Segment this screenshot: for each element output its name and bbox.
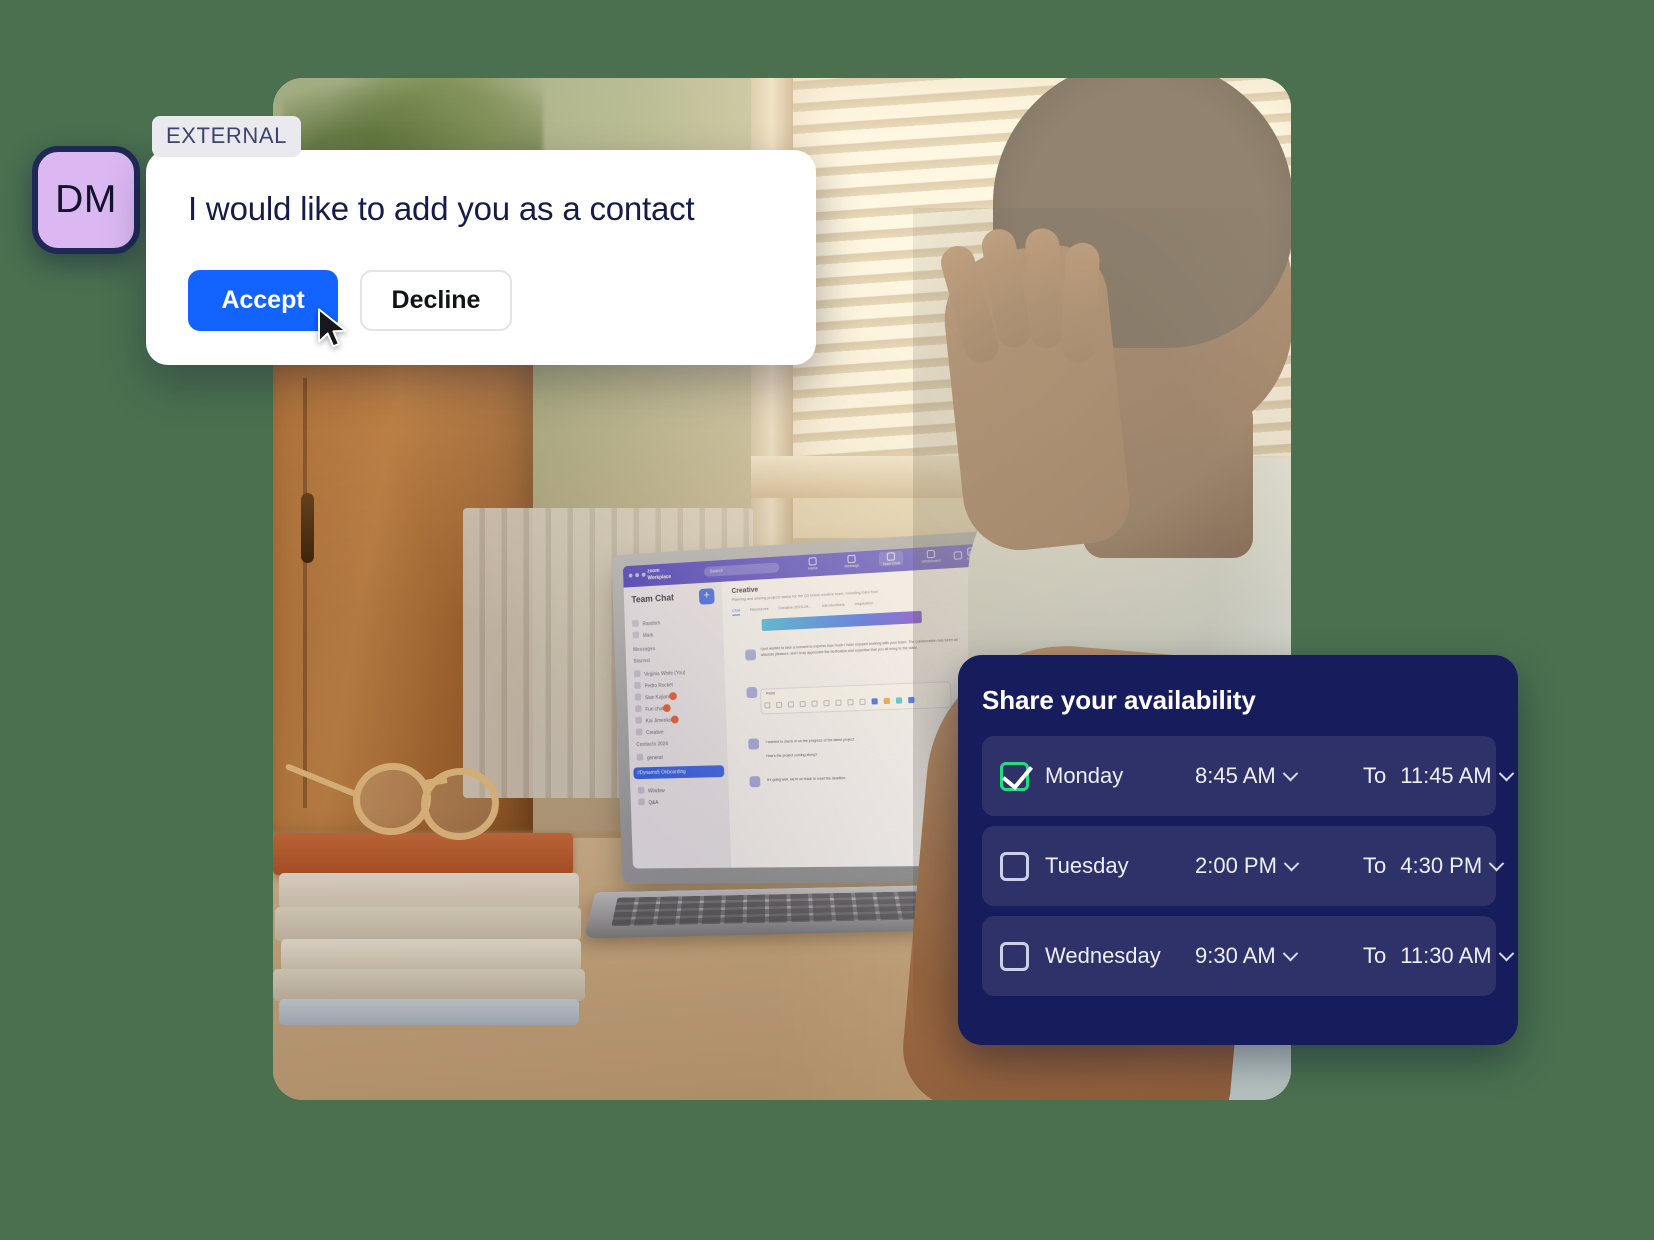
checkbox-monday[interactable] [1000, 761, 1029, 791]
screenshot-stage: zoom Workplace Search Home Meetings Team… [0, 0, 1654, 1240]
availability-row-monday[interactable]: Monday 8:45 AM To 11:45 AM [982, 736, 1514, 816]
photo-book [281, 939, 581, 971]
photo-book [273, 833, 573, 875]
laptop-list-item: Pedro Rocket [634, 680, 673, 689]
end-time-value: 11:30 AM [1400, 943, 1492, 968]
start-time-select-tuesday[interactable]: 2:00 PM [1195, 853, 1345, 879]
laptop-list-item: Sian Kajiani [634, 692, 678, 701]
laptop-tab-chat: Chat [732, 607, 741, 616]
availability-day-label: Wednesday [1045, 943, 1161, 968]
chevron-down-icon [1498, 945, 1514, 961]
end-time-value: 11:45 AM [1400, 763, 1492, 788]
photo-book [273, 969, 585, 1001]
availability-separator: To [1363, 943, 1387, 968]
checkbox-wednesday[interactable] [1000, 941, 1029, 971]
availability-title: Share your availability [982, 685, 1256, 715]
chevron-down-icon [1488, 855, 1505, 871]
mouse-pointer-icon [318, 308, 347, 348]
availability-row-tuesday[interactable]: Tuesday 2:00 PM To 4:30 PM [982, 826, 1505, 906]
start-time-value: 2:00 PM [1195, 853, 1277, 878]
end-time-select-monday[interactable]: 11:45 AM [1400, 763, 1560, 789]
laptop-search-placeholder: Search [709, 567, 724, 574]
chevron-down-icon [1282, 765, 1298, 781]
share-availability-card: Share your availability Monday 8:45 AM T… [958, 655, 1518, 1045]
laptop-list-item: Fun chat [634, 704, 672, 713]
window-controls [628, 572, 646, 578]
laptop-list-item: Q&A [638, 798, 658, 806]
end-time-select-wednesday[interactable]: 11:30 AM [1400, 943, 1560, 969]
laptop-section-label: Starred [633, 658, 650, 665]
end-time-value: 4:30 PM [1400, 853, 1483, 878]
chevron-down-icon [1498, 765, 1514, 781]
laptop-app-brand: zoom Workplace [647, 567, 671, 582]
end-time-select-tuesday[interactable]: 4:30 PM [1400, 853, 1560, 879]
chevron-down-icon [1282, 945, 1298, 961]
photo-cabinet-handle [301, 493, 314, 563]
laptop-list-item: Virginia White (You) [633, 668, 686, 678]
availability-separator: To [1363, 853, 1387, 878]
photo-book [279, 873, 579, 909]
start-time-select-monday[interactable]: 8:45 AM [1195, 763, 1345, 789]
laptop-list-item: Creative [635, 728, 664, 737]
avatar: DM [32, 146, 140, 254]
availability-separator: To [1363, 763, 1387, 788]
status-badge: EXTERNAL [152, 116, 301, 157]
laptop-sidebar-title: Team Chat [631, 592, 675, 605]
contact-request-message: I would like to add you as a contact [188, 190, 695, 227]
laptop-list-item: Mark [632, 631, 653, 640]
brand-large: Workplace [647, 574, 672, 582]
laptop-section-label: Contacts 2024 [636, 741, 669, 749]
laptop-list-item: Window [637, 786, 665, 794]
laptop-section-label: Messages [633, 646, 656, 654]
chevron-down-icon [1283, 855, 1300, 871]
laptop-list-item: general [636, 753, 663, 762]
contact-request-actions: Accept Decline [188, 270, 512, 331]
availability-row-wednesday[interactable]: Wednesday 9:30 AM To 11:30 AM [982, 916, 1514, 996]
checkbox-tuesday[interactable] [1000, 851, 1029, 881]
laptop-list-item-selected: #Dynamo5 Onboarding [633, 765, 725, 780]
brand-small: zoom [647, 567, 660, 575]
photo-book [275, 907, 581, 941]
availability-day-label: Tuesday [1045, 853, 1129, 878]
laptop-sidebar: Team Chat + Random Mark Messages Starred… [623, 581, 732, 869]
contact-request-card: I would like to add you as a contact Acc… [146, 150, 816, 365]
photo-book [279, 999, 579, 1025]
availability-day-label: Monday [1045, 763, 1124, 788]
avatar-initials: DM [55, 178, 117, 221]
laptop-add-button: + [698, 588, 715, 605]
start-time-value: 8:45 AM [1195, 763, 1276, 788]
decline-button[interactable]: Decline [360, 270, 512, 331]
laptop-list-item: Kai Jimenko [635, 715, 679, 724]
start-time-select-wednesday[interactable]: 9:30 AM [1195, 943, 1345, 969]
laptop-list-item: Random [632, 619, 660, 628]
photo-cabinet-seam [303, 378, 307, 808]
start-time-value: 9:30 AM [1195, 943, 1276, 968]
